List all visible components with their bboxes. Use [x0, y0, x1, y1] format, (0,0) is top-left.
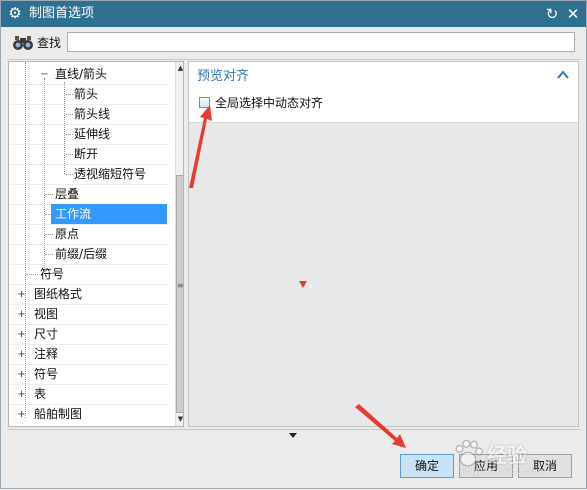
search-bar: 查找 [1, 27, 586, 59]
preferences-tree: − 直线/箭头 箭头 箭头线 延伸线 断开 透视缩短符号 层叠 工作流 原点 前… [8, 61, 184, 427]
divider [7, 429, 580, 430]
reset-icon[interactable]: ↻ [542, 4, 562, 24]
section-title: 预览对齐 [197, 69, 250, 84]
scroll-down-icon[interactable]: ▼ [176, 414, 183, 424]
tree-scrollbar[interactable]: ▲ ≡ ▼ [175, 62, 184, 426]
preview-align-section: 预览对齐 全局选择中动态对齐 [189, 62, 578, 123]
title-bar: ⚙ 制图首选项 ↻ ✕ [1, 1, 586, 27]
grip-icon: ≡ [177, 281, 184, 290]
divider [7, 59, 580, 60]
expand-icon[interactable]: + [17, 330, 26, 340]
close-icon[interactable]: ✕ [563, 4, 583, 24]
search-label: 查找 [37, 36, 62, 50]
expand-icon[interactable]: + [17, 290, 26, 300]
scrollbar-thumb[interactable] [176, 175, 183, 413]
cancel-button[interactable]: 取消 [518, 454, 572, 478]
tree-item-selected[interactable]: 工作流 [9, 204, 169, 224]
button-bar: 确定 应用 取消 [1, 444, 586, 489]
chevron-up-icon[interactable] [555, 67, 571, 83]
expand-icon[interactable]: + [17, 370, 26, 380]
expand-icon[interactable]: + [17, 410, 26, 420]
tree-connector [64, 82, 65, 174]
checkbox-label[interactable]: 全局选择中动态对齐 [215, 96, 323, 110]
search-input[interactable] [67, 32, 575, 52]
dialog-window: ⚙ 制图首选项 ↻ ✕ 查找 − 直线/箭头 箭头 箭头线 延伸线 断开 透视缩… [0, 0, 587, 489]
binoculars-icon [13, 36, 33, 50]
apply-button[interactable]: 应用 [459, 454, 513, 478]
expand-icon[interactable]: + [17, 390, 26, 400]
collapse-icon[interactable]: − [40, 70, 49, 80]
expand-down-icon[interactable] [289, 433, 297, 438]
dynamic-align-checkbox[interactable] [199, 97, 210, 108]
window-title: 制图首选项 [29, 6, 95, 21]
expand-icon[interactable]: + [17, 310, 26, 320]
gear-icon: ⚙ [8, 4, 22, 22]
scroll-up-icon[interactable]: ▲ [176, 63, 183, 73]
settings-panel: 预览对齐 全局选择中动态对齐 [188, 61, 579, 427]
triangle-marker-icon [299, 281, 307, 288]
ok-button[interactable]: 确定 [400, 454, 454, 478]
expand-icon[interactable]: + [17, 350, 26, 360]
